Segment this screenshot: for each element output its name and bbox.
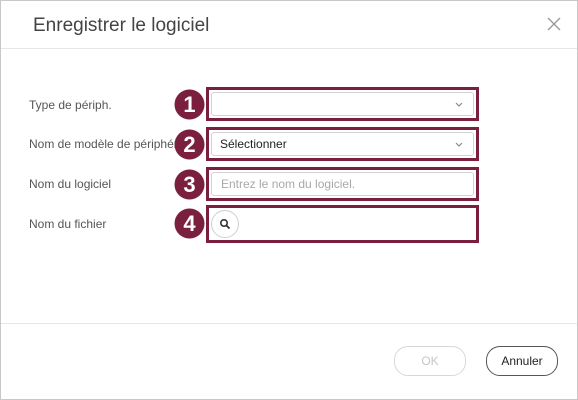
device-type-label: Type de périph. [29, 98, 112, 112]
step-badge-1-number: 1 [183, 92, 195, 117]
register-software-dialog: Enregistrer le logiciel Type de périph. … [0, 0, 578, 400]
device-model-highlight: Sélectionner [206, 127, 479, 161]
file-name-highlight [206, 205, 479, 243]
chevron-down-icon [455, 142, 463, 147]
software-name-placeholder: Entrez le nom du logiciel. [221, 177, 356, 191]
cancel-button[interactable]: Annuler [486, 346, 558, 376]
header-divider [1, 48, 577, 49]
search-icon [219, 218, 231, 230]
dialog-title: Enregistrer le logiciel [33, 15, 210, 36]
device-model-value: Sélectionner [220, 137, 287, 151]
device-model-label: Nom de modèle de périphérique [29, 137, 176, 151]
step-badge-3: 3 [174, 169, 205, 200]
footer-divider [1, 323, 577, 324]
step-badge-4: 4 [174, 208, 205, 239]
software-name-highlight: Entrez le nom du logiciel. [206, 167, 479, 201]
ok-button[interactable]: OK [394, 346, 466, 376]
step-badge-1: 1 [174, 89, 205, 120]
software-name-label: Nom du logiciel [29, 177, 112, 191]
chevron-down-icon [455, 102, 463, 107]
device-type-highlight [206, 87, 479, 121]
step-badge-3-number: 3 [183, 172, 195, 197]
step-badge-2-number: 2 [183, 132, 195, 157]
device-model-select[interactable]: Sélectionner [211, 132, 474, 156]
file-name-field[interactable] [211, 210, 474, 238]
device-type-select[interactable] [211, 92, 474, 116]
file-search-button[interactable] [211, 210, 239, 238]
software-name-input[interactable]: Entrez le nom du logiciel. [211, 172, 474, 196]
step-badge-2: 2 [174, 129, 205, 160]
step-badge-4-number: 4 [183, 211, 196, 236]
close-icon[interactable] [545, 15, 563, 33]
file-name-label: Nom du fichier [29, 217, 107, 231]
